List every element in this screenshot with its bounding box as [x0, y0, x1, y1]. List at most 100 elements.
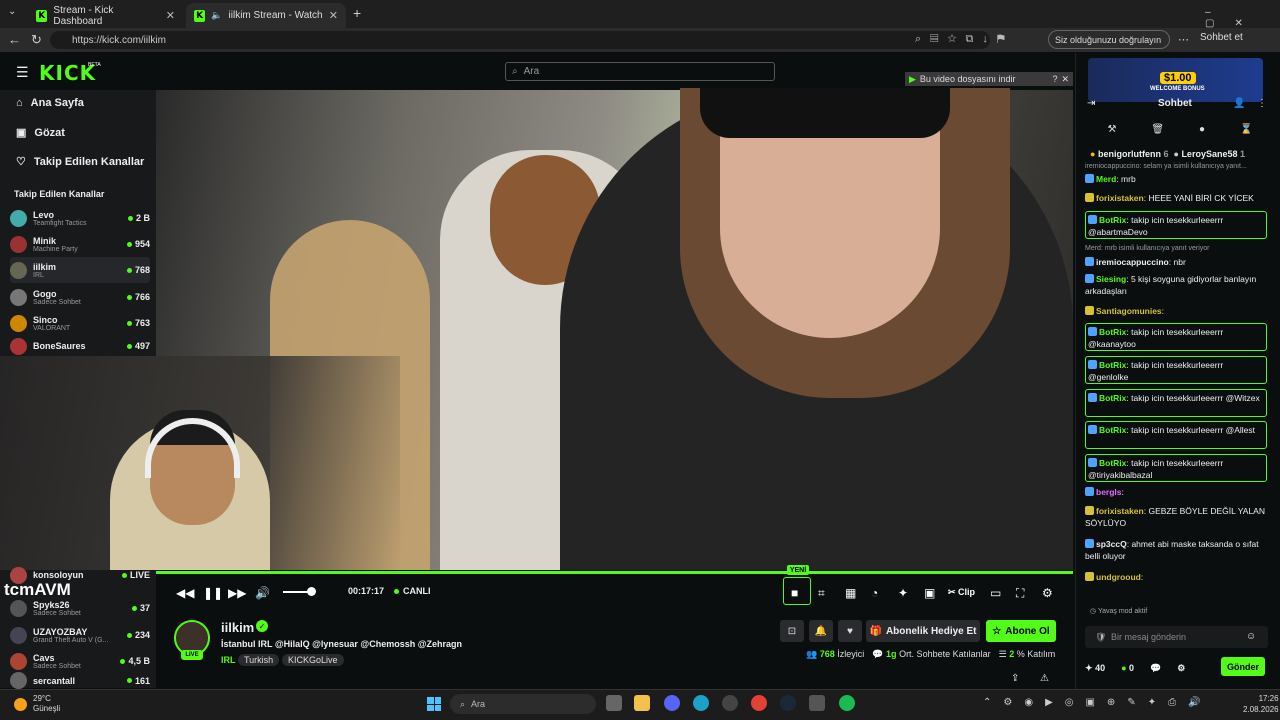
weather-widget[interactable]: 29°C Güneşli [14, 694, 60, 714]
forward-icon[interactable]: ▶▶ [228, 586, 246, 600]
clip-button[interactable]: ✂ Clip [948, 587, 975, 598]
sidebar-channel-bonesaures[interactable]: BoneSaures 497 [10, 336, 150, 356]
verify-identity-button[interactable]: Siz olduğunuzu doğrulayın [1048, 30, 1170, 49]
chat-users-icon[interactable]: 👤 [1233, 98, 1245, 109]
stats-icon[interactable]: ▦ [845, 586, 856, 600]
chat-message[interactable]: BotRix: takip icin tesekkurleeerrr @abar… [1085, 211, 1267, 239]
url-input[interactable]: https://kick.com/iilkim [50, 31, 990, 49]
chat-message[interactable]: Siesing: 5 kişi soyguna gidiyorlar banla… [1085, 273, 1267, 297]
sidebar-channel-uzayozbay[interactable]: UZAYOZBAY Grand Theft Auto V (G... 234 [10, 622, 150, 648]
tag-turkish[interactable]: Turkish [238, 654, 280, 666]
discord-icon[interactable] [664, 695, 680, 711]
chat-message[interactable]: sp3ccQ: ahmet abi maske taksanda o sıfat… [1085, 538, 1267, 562]
close-icon[interactable]: ✕ [1061, 74, 1073, 85]
chat-reply-context[interactable]: iremiocappuccino: selam ya isimli kullan… [1085, 161, 1267, 171]
fullscreen-icon[interactable]: ⛶ [1016, 586, 1024, 601]
pause-icon[interactable]: ❚❚ [203, 586, 223, 600]
rewind-icon[interactable]: ◀◀ [176, 586, 194, 600]
taskview-icon[interactable] [606, 695, 622, 711]
subscribe-button[interactable]: ☆ Abone Ol [986, 620, 1056, 642]
tab-list-chevron-icon[interactable]: ⌄ [8, 6, 16, 17]
category-link[interactable]: IRL [221, 655, 236, 665]
chat-message[interactable]: forixistaken: HEEE YANİ BİRİ CK YİCEK [1085, 192, 1267, 204]
chat-message[interactable]: Santiagomunies: [1085, 305, 1267, 317]
chat-message[interactable]: bergls: [1085, 486, 1267, 500]
chrome-icon[interactable] [751, 695, 767, 711]
tab-iilkim-stream[interactable]: K 🔈 iilkim Stream - Watch Live on ✕ [186, 3, 346, 28]
followed-channels-title: Takip Edilen Kanallar [14, 189, 105, 199]
speed-icon[interactable]: ◔ [871, 586, 878, 600]
settings-icon[interactable]: ⚙ [1042, 586, 1053, 600]
tray-icons[interactable]: ⌃⚙◉▶◎▣⊕✎✦⎙🔊 [983, 697, 1213, 708]
sidebar-channel-sinco[interactable]: Sinco VALORANT 763 [10, 310, 150, 336]
crop-icon[interactable]: ⌗ [818, 586, 825, 601]
heart-follow-icon[interactable]: ♥ [838, 620, 862, 642]
chat-message[interactable]: undgrooud: [1085, 571, 1267, 585]
download-video-banner[interactable]: ▶ Bu video dosyasını indir ? ✕ [905, 72, 1073, 86]
sidebar-channel-gogo[interactable]: Gogo Sadece Sohbet 766 [10, 284, 150, 310]
chat-more-icon[interactable]: ⋮ [1257, 98, 1267, 109]
search-icon: ⌕ [512, 66, 518, 77]
send-button[interactable]: Gönder [1221, 657, 1265, 676]
chat-message[interactable]: BotRix: takip icin tesekkurleeerrr @Alle… [1085, 421, 1267, 449]
tab-kick-dashboard[interactable]: K Stream - Kick Dashboard ✕ [28, 3, 183, 28]
new-tab-icon[interactable]: + [353, 5, 361, 21]
chat-badge-icon [1088, 393, 1097, 402]
emoji-icon[interactable]: ☺ [1246, 631, 1256, 642]
new-badge: YENİ [787, 565, 809, 575]
tag-kickgolive[interactable]: KICKGoLive [282, 654, 344, 666]
app-icon[interactable] [722, 695, 738, 711]
nav-home[interactable]: ⌂ Ana Sayfa [16, 97, 84, 109]
chat-reply-context[interactable]: Merd: mrb isimli kullanıcıya yanıt veriy… [1085, 243, 1267, 253]
toolbar-icons[interactable]: ⌕▤☆⧉↓⚑ [915, 33, 1014, 46]
close-tab-icon[interactable]: ✕ [166, 9, 175, 22]
sidebar-channel-cavs[interactable]: Cavs Sadece Sohbet 4,5 B [10, 648, 150, 674]
sidebar-channel-iilkim[interactable]: iilkim IRL 768 [10, 257, 150, 283]
help-icon[interactable]: ? [1052, 74, 1057, 84]
theater-icon[interactable]: ▭ [990, 586, 1001, 600]
spotify-icon[interactable] [839, 695, 855, 711]
chat-message[interactable]: BotRix: takip icin tesekkurleeerrr @tiri… [1085, 454, 1267, 482]
gift-sub-button[interactable]: 🎁 Abonelik Hediye Et [866, 620, 980, 642]
sidebar-channel-sercantall[interactable]: sercantall 161 [10, 672, 150, 689]
menu-icon[interactable]: ☰ [16, 64, 29, 81]
report-icon[interactable]: ⚠ [1040, 673, 1049, 684]
share-icon[interactable]: ⇪ [1011, 673, 1019, 684]
start-icon[interactable] [427, 697, 441, 711]
edge-icon[interactable] [693, 695, 709, 711]
nav-following[interactable]: ♡ Takip Edilen Kanallar [16, 155, 144, 169]
search-input[interactable]: ⌕ Ara [505, 62, 775, 81]
chat-message[interactable]: BotRix: takip icin tesekkurleeerrr @Witz… [1085, 389, 1267, 417]
chat-message-input[interactable]: Bir mesaj gönderin [1085, 626, 1268, 648]
chat-message[interactable]: iremiocappuccino: nbr [1085, 256, 1267, 268]
steam-icon[interactable] [780, 695, 796, 711]
close-tab-icon[interactable]: ✕ [329, 9, 338, 22]
chat-message[interactable]: BotRix: takip icin tesekkurleeerrr @kaan… [1085, 323, 1267, 351]
sidebar-channel-levo[interactable]: Levo Teamfight Tactics 2 B [10, 205, 150, 231]
volume-knob[interactable] [307, 587, 316, 596]
bell-icon[interactable]: 🔔 [809, 620, 833, 642]
chat-message[interactable]: BotRix: takip icin tesekkurleeerrr @genl… [1085, 356, 1267, 384]
window-controls[interactable]: –▢✕ [1205, 7, 1280, 29]
pip-icon[interactable]: ▣ [924, 586, 935, 600]
chat-message[interactable]: forixistaken: GEBZE BÖYLE DEĞİL YALAN SÖ… [1085, 505, 1267, 529]
collapse-chat-icon[interactable]: ⇥ [1087, 98, 1095, 109]
explorer-icon[interactable] [634, 695, 650, 711]
more-menu-icon[interactable]: ⋯ [1178, 33, 1189, 46]
app-icon[interactable] [809, 695, 825, 711]
taskbar-search[interactable]: ⌕ Ara [450, 694, 596, 714]
reload-icon[interactable]: ↻ [31, 32, 42, 48]
sparkle-icon[interactable]: ✦ [898, 586, 908, 600]
chat-message[interactable]: Merd: mrb [1085, 173, 1267, 185]
sidebar-channel-minik[interactable]: Minik Machine Party 954 [10, 231, 150, 257]
live-indicator: CANLI [394, 586, 431, 596]
volume-icon[interactable]: 🔊 [255, 586, 270, 600]
nav-browse[interactable]: ▣ Gözat [16, 126, 65, 140]
clock[interactable]: 17:26 2.08.2026 [1243, 693, 1279, 715]
sidebar-channel-spyks26[interactable]: Spyks26 Sadece Sohbet 37 [10, 595, 150, 621]
copilot-chat-button[interactable]: Sohbet et [1200, 32, 1243, 43]
back-icon[interactable]: ← [8, 32, 21, 47]
chat-mod-tools[interactable]: ⚒ 🗑 ● ⌛ [1090, 124, 1270, 138]
gift-icon[interactable]: ⊡ [780, 620, 804, 642]
streamer-name[interactable]: iilkim [221, 620, 254, 635]
